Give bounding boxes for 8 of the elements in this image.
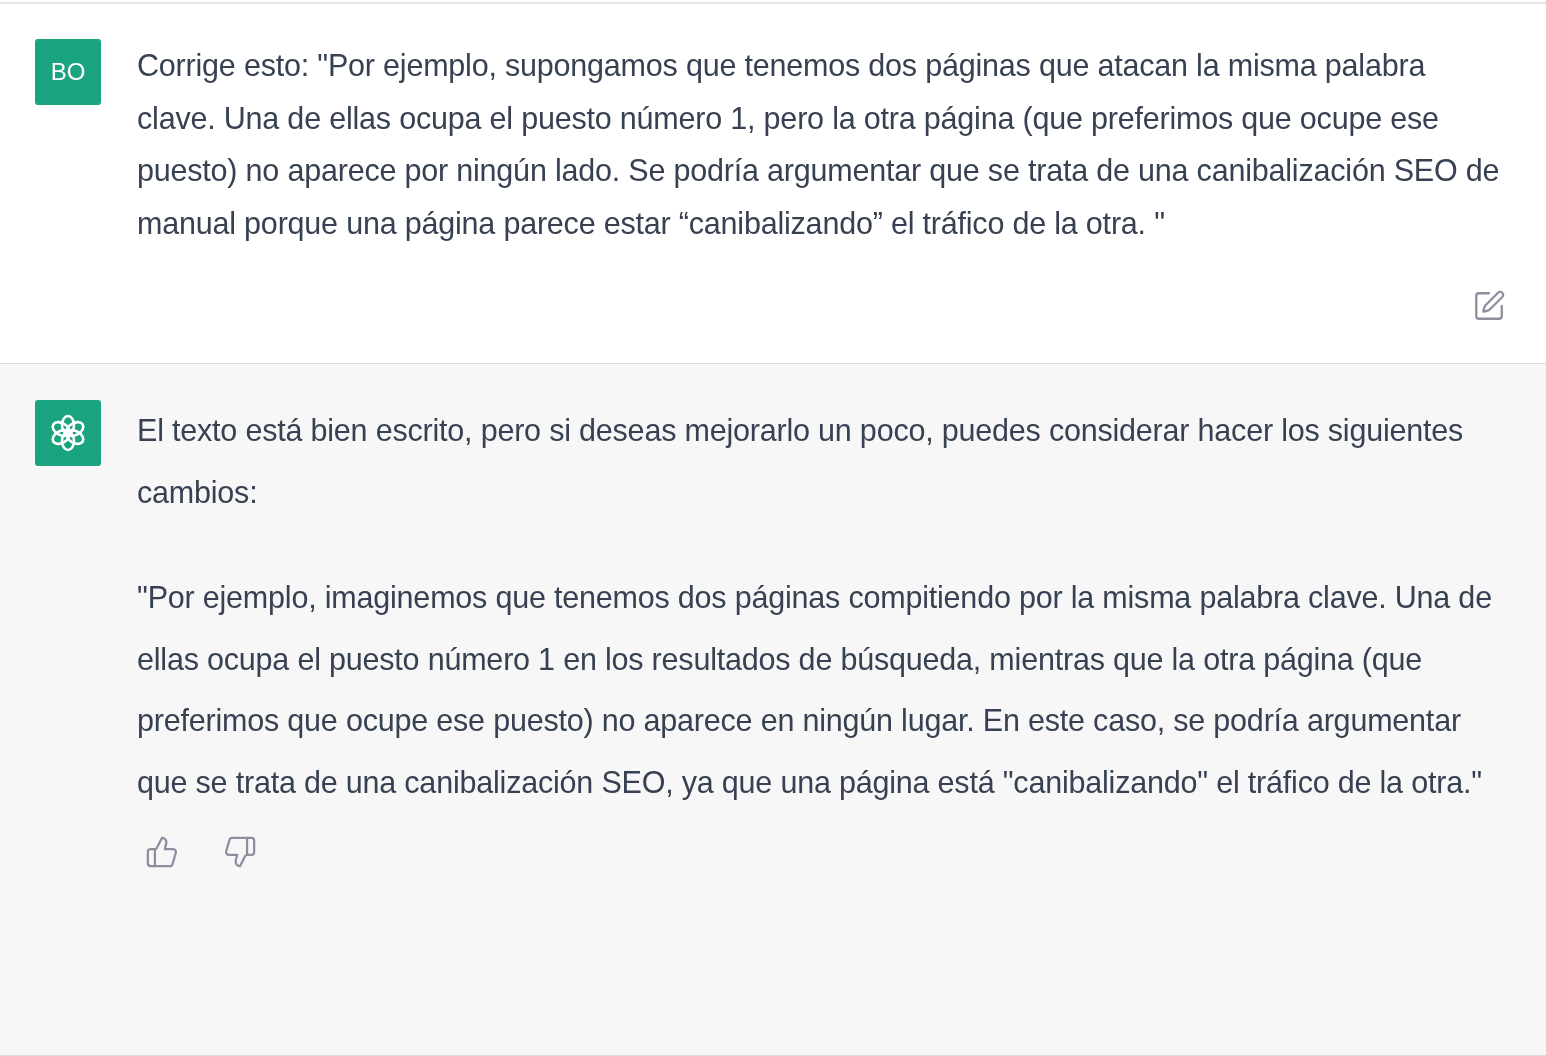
message-text: Corrige esto: "Por ejemplo, supongamos que tenemos dos páginas que atacan la misma palabra clave. Una de ellas ocupa el puesto número 1, pero la otra página (que preferimos que ocupe ese puesto) no aparece por ningún lado. Se podría argumentar que se trata de una canibalización SEO de manual porque una página parece estar “canibalizando” el tráfico de la otra. " <box>137 47 1501 243</box>
thumbs-down-icon[interactable] <box>223 835 257 869</box>
logo-icon <box>48 413 88 453</box>
message-text: El texto está bien escrito, pero si deseas mejorarlo un poco, puedes considerar hacer los siguientes cambios: <box>137 412 1465 511</box>
thumbs-up-icon[interactable] <box>145 835 179 869</box>
user-avatar: BO <box>35 39 101 105</box>
message-text: "Por ejemplo, imaginemos que tenemos dos páginas compitiendo por la misma palabra clave. Una de ellas ocupa el puesto número 1 en los resultados de búsqueda, mientras que la otra página (que preferimos que ocupe ese puesto) no aparece en ningún lugar. En este caso, se podría argumentar que se trata de una canibalización SEO, ya que una página está "canibalizando" el tráfico de la otra." <box>137 579 1493 802</box>
edit-icon[interactable] <box>1472 289 1506 323</box>
